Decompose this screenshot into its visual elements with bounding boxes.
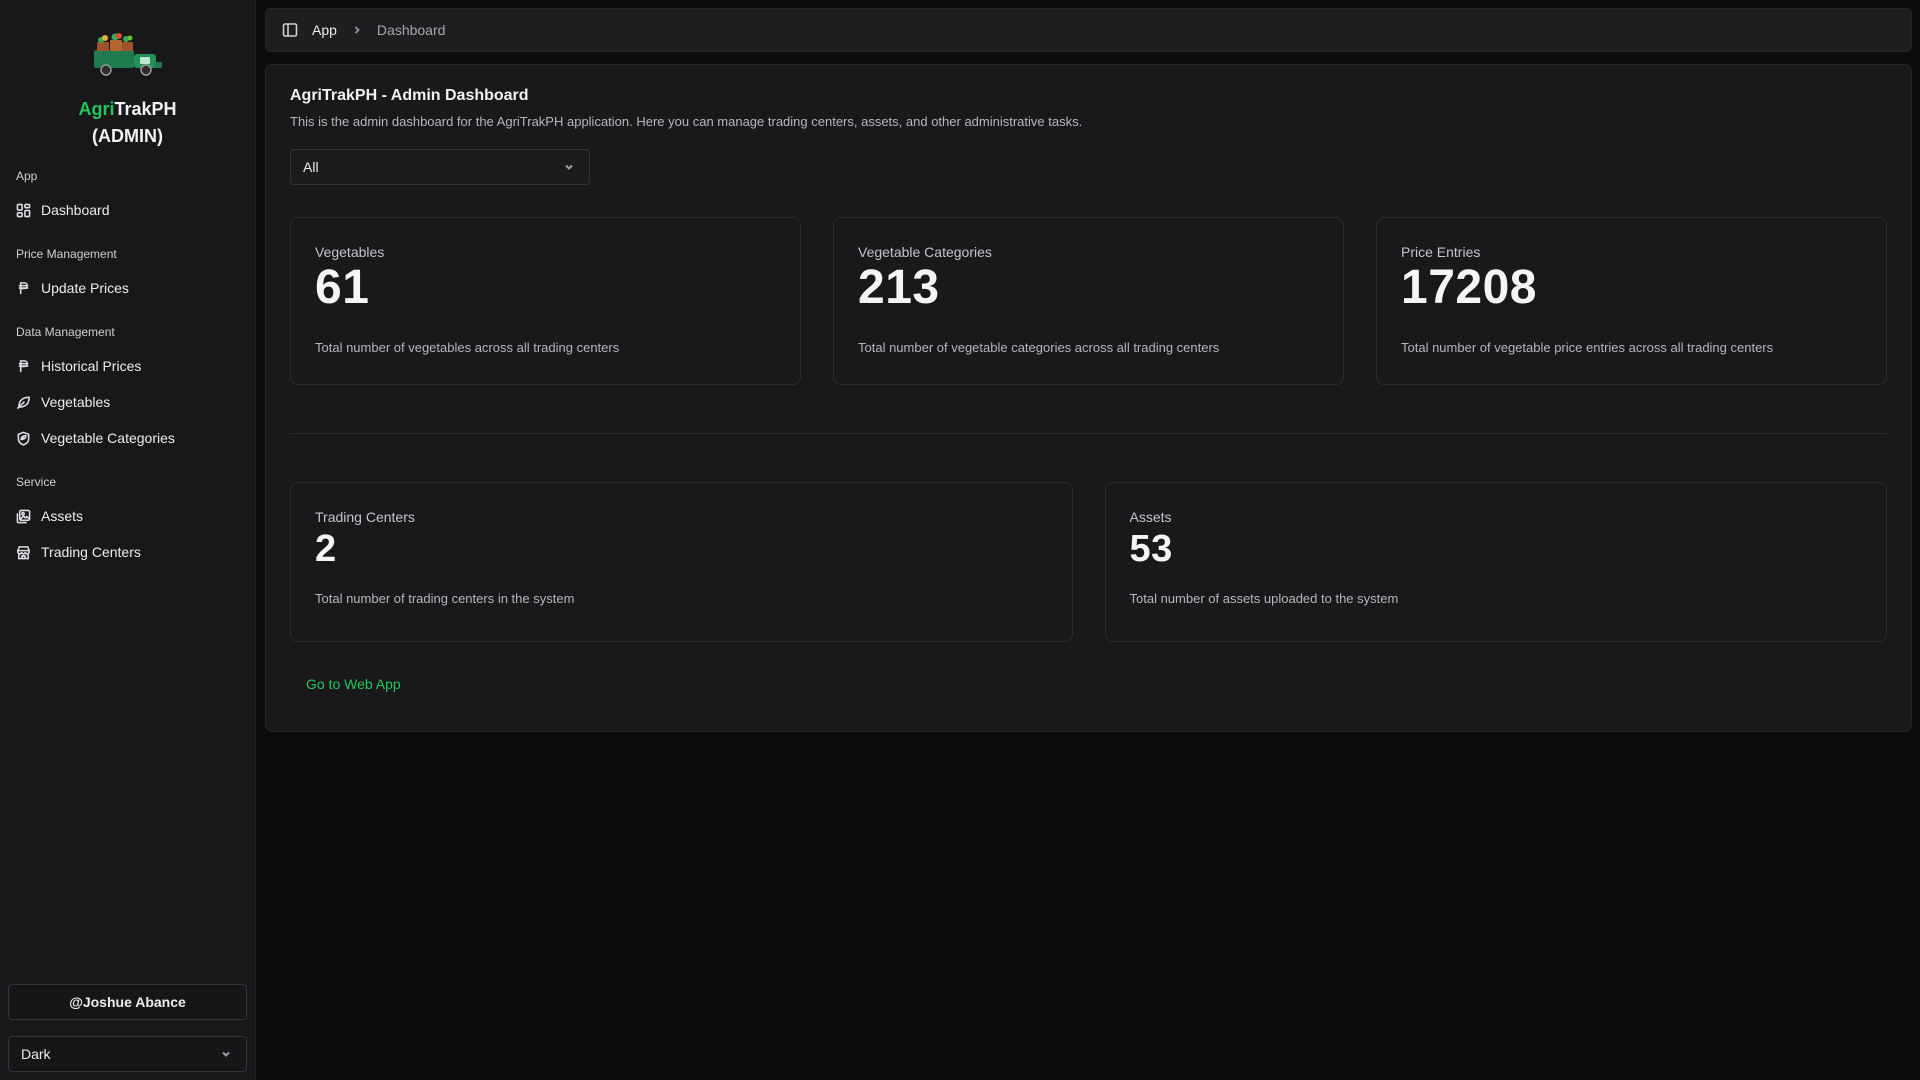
brand-sub: (ADMIN) bbox=[92, 126, 163, 146]
filter-select-value: All bbox=[303, 159, 319, 175]
sidebar-item-vegetables[interactable]: Vegetables bbox=[16, 384, 239, 420]
stat-card-price-entries: Price Entries 17208 Total number of vege… bbox=[1376, 217, 1887, 385]
sidebar-item-historical-prices[interactable]: Historical Prices bbox=[16, 348, 239, 384]
stat-description: Total number of vegetable categories acr… bbox=[858, 340, 1220, 355]
divider bbox=[290, 433, 1887, 434]
image-gallery-icon bbox=[16, 509, 31, 523]
peso-icon bbox=[18, 281, 29, 294]
nav-group-service: Service Assets Trading Centers bbox=[0, 456, 255, 570]
peso-icon bbox=[18, 359, 29, 372]
sidebar-item-label: Assets bbox=[41, 508, 84, 524]
dashboard-card: AgriTrakPH - Admin Dashboard This is the… bbox=[265, 64, 1912, 732]
sidebar-item-update-prices[interactable]: Update Prices bbox=[16, 270, 239, 306]
sidebar: AgriTrakPH (ADMIN) App Dashboard Price M… bbox=[0, 0, 256, 1080]
nav-group-data-management: Data Management Historical Prices Vegeta… bbox=[0, 306, 255, 456]
stat-card-vegetables: Vegetables 61 Total number of vegetables… bbox=[290, 217, 801, 385]
chevron-right-icon bbox=[354, 26, 360, 34]
stat-label: Trading Centers bbox=[315, 509, 415, 525]
stat-card-vegetable-categories: Vegetable Categories 213 Total number of… bbox=[833, 217, 1344, 385]
group-label: Service bbox=[16, 475, 57, 489]
stat-label: Vegetable Categories bbox=[858, 244, 992, 260]
sidebar-item-assets[interactable]: Assets bbox=[16, 498, 239, 534]
sidebar-toggle-icon[interactable] bbox=[282, 22, 298, 38]
page-description: This is the admin dashboard for the Agri… bbox=[290, 114, 1083, 129]
shield-leaf-icon bbox=[17, 431, 30, 446]
sidebar-item-label: Vegetables bbox=[41, 394, 111, 410]
dashboard-icon bbox=[16, 203, 31, 217]
stat-value: 17208 bbox=[1401, 261, 1537, 314]
theme-select[interactable]: Dark bbox=[8, 1036, 247, 1072]
user-button[interactable]: @Joshue Abance bbox=[8, 984, 247, 1020]
stat-card-trading-centers: Trading Centers 2 Total number of tradin… bbox=[290, 482, 1073, 642]
stat-value: 61 bbox=[315, 261, 370, 314]
store-icon bbox=[17, 545, 30, 559]
stat-value: 53 bbox=[1129, 528, 1173, 570]
stats-row-top: Vegetables 61 Total number of vegetables… bbox=[290, 217, 1887, 385]
brand: AgriTrakPH (ADMIN) bbox=[0, 0, 255, 150]
stat-label: Vegetables bbox=[315, 244, 385, 260]
sidebar-item-label: Trading Centers bbox=[41, 544, 141, 560]
nav-group-app: App Dashboard bbox=[0, 150, 255, 228]
stat-description: Total number of trading centers in the s… bbox=[315, 591, 575, 606]
stat-label: Assets bbox=[1129, 509, 1172, 525]
sidebar-item-dashboard[interactable]: Dashboard bbox=[16, 192, 239, 228]
sidebar-item-label: Update Prices bbox=[41, 280, 129, 296]
topbar: App Dashboard bbox=[265, 8, 1912, 52]
brand-title: AgriTrakPH (ADMIN) bbox=[78, 96, 176, 150]
main-area: App Dashboard AgriTrakPH - Admin Dashboa… bbox=[256, 0, 1920, 1080]
nav-group-price-management: Price Management Update Prices bbox=[0, 228, 255, 306]
group-label: Data Management bbox=[16, 325, 115, 339]
brand-accent: Agri bbox=[78, 99, 115, 119]
group-label: App bbox=[16, 169, 38, 183]
stat-card-assets: Assets 53 Total number of assets uploade… bbox=[1104, 482, 1887, 642]
breadcrumb-app[interactable]: App bbox=[312, 22, 337, 38]
stat-description: Total number of vegetables across all tr… bbox=[315, 340, 620, 355]
leaf-icon bbox=[16, 396, 30, 409]
stat-value: 2 bbox=[315, 528, 337, 570]
breadcrumb-current: Dashboard bbox=[376, 22, 446, 38]
truck-logo-icon bbox=[93, 33, 162, 76]
stat-description: Total number of vegetable price entries … bbox=[1401, 340, 1774, 355]
stat-value: 213 bbox=[858, 261, 940, 314]
sidebar-footer: @Joshue Abance Dark bbox=[8, 984, 247, 1072]
app-root: AgriTrakPH (ADMIN) App Dashboard Price M… bbox=[0, 0, 1920, 1080]
stat-description: Total number of assets uploaded to the s… bbox=[1129, 591, 1399, 606]
sidebar-item-label: Historical Prices bbox=[41, 358, 142, 374]
sidebar-item-vegetable-categories[interactable]: Vegetable Categories bbox=[16, 420, 239, 456]
stat-label: Price Entries bbox=[1401, 244, 1481, 260]
page-title: AgriTrakPH - Admin Dashboard bbox=[290, 87, 529, 104]
sidebar-item-label: Dashboard bbox=[41, 202, 110, 218]
chevron-down-icon bbox=[565, 164, 573, 170]
sidebar-item-label: Vegetable Categories bbox=[41, 430, 175, 446]
theme-select-value: Dark bbox=[21, 1046, 51, 1062]
group-label: Price Management bbox=[16, 247, 117, 261]
go-to-web-app-link[interactable]: Go to Web App bbox=[306, 676, 401, 692]
trading-center-filter-select[interactable]: All bbox=[290, 149, 590, 185]
brand-rest: TrakPH bbox=[114, 99, 177, 119]
chevron-down-icon bbox=[222, 1051, 230, 1057]
stats-row-bottom: Trading Centers 2 Total number of tradin… bbox=[290, 482, 1887, 642]
sidebar-item-trading-centers[interactable]: Trading Centers bbox=[16, 534, 239, 570]
